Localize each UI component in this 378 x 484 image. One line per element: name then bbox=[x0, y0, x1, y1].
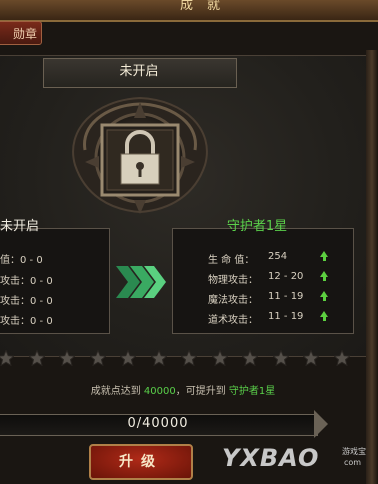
next-stat-hp-label: 生 命 值： bbox=[208, 255, 255, 266]
up-arrow-icon bbox=[320, 311, 328, 321]
star-icon bbox=[0, 350, 14, 366]
star-icon bbox=[211, 350, 228, 366]
next-stat-hp-value: 254 bbox=[268, 251, 288, 262]
star-icon bbox=[181, 350, 197, 366]
star-icon bbox=[303, 350, 319, 366]
star-icon bbox=[89, 350, 106, 366]
star-icon bbox=[272, 350, 289, 366]
upgrade-arrow-icon bbox=[116, 266, 166, 298]
star-icon bbox=[28, 350, 45, 366]
star-icon bbox=[242, 350, 258, 366]
upgrade-condition: 成就点达到 40000，可提升到 守护者1星 bbox=[0, 382, 366, 397]
star-icon bbox=[59, 350, 75, 366]
current-stat-magic: 攻击：0 - 0 bbox=[0, 296, 53, 307]
progress-bar-end-icon bbox=[314, 410, 328, 438]
tab-medal[interactable]: 勋章 bbox=[0, 21, 42, 45]
next-stat-physical-value: 12 - 20 bbox=[268, 271, 304, 282]
current-stat-taoist: 攻击：0 - 0 bbox=[0, 316, 53, 327]
current-stat-hp: 值：0 - 0 bbox=[0, 255, 43, 266]
next-stat-magic-label: 魔法攻击： bbox=[208, 295, 258, 306]
next-level-name: 守护者1星 bbox=[226, 219, 288, 234]
next-stat-taoist-label: 道术攻击： bbox=[208, 315, 258, 326]
condition-target: 守护者1星 bbox=[228, 386, 276, 397]
condition-prefix: 成就点达到 bbox=[90, 386, 141, 397]
up-arrow-icon bbox=[320, 291, 328, 301]
achievement-status: 未开启 bbox=[119, 64, 159, 79]
upgrade-button[interactable]: 升级 bbox=[89, 444, 193, 480]
next-stat-taoist-value: 11 - 19 bbox=[268, 311, 304, 322]
next-stat-magic-value: 11 - 19 bbox=[268, 291, 304, 302]
current-level-name: 未开启 bbox=[0, 219, 40, 234]
watermark-url: com bbox=[344, 458, 362, 467]
star-icon bbox=[120, 350, 136, 366]
condition-points: 40000 bbox=[143, 386, 176, 397]
watermark-sub: 游戏宝 bbox=[342, 447, 366, 456]
locked-emblem-icon bbox=[72, 96, 208, 214]
panel-frame-edge bbox=[366, 50, 378, 484]
star-icon bbox=[150, 350, 167, 366]
progress-text: 0/40000 bbox=[127, 416, 189, 431]
condition-middle: ，可提升到 bbox=[175, 386, 226, 397]
watermark-logo: YXBAO 游戏宝 com bbox=[222, 444, 372, 480]
star-icon bbox=[333, 350, 350, 366]
up-arrow-icon bbox=[320, 251, 328, 261]
current-stat-physical: 攻击：0 - 0 bbox=[0, 276, 53, 287]
watermark-brand: YXBAO bbox=[222, 444, 320, 472]
window-title: 成就 bbox=[180, 0, 235, 13]
next-stat-physical-label: 物理攻击： bbox=[208, 275, 258, 286]
up-arrow-icon bbox=[320, 271, 328, 281]
star-rating bbox=[0, 350, 366, 370]
